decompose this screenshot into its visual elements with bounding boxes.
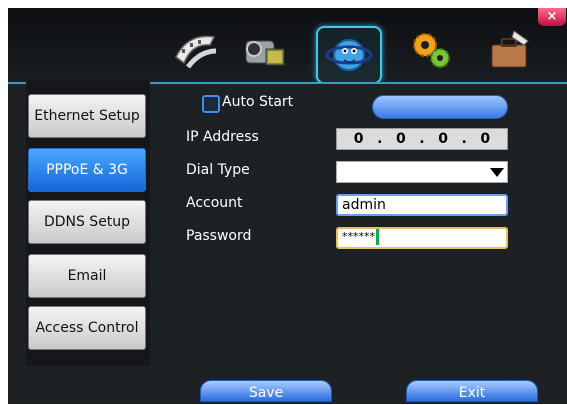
ip-octet-3: 0 [438, 131, 448, 147]
dial-type-select[interactable] [336, 161, 508, 183]
save-button[interactable]: Save [200, 380, 332, 402]
network-icon-graphic [325, 39, 373, 71]
sidebar-item-ddns-setup[interactable]: DDNS Setup [28, 200, 146, 244]
account-label: Account [186, 195, 243, 211]
ip-octet-1: 0 [353, 131, 364, 147]
sidebar-item-email[interactable]: Email [28, 254, 146, 298]
ip-octet-2: 0 [395, 131, 406, 147]
sidebar-item-access-control[interactable]: Access Control [28, 306, 146, 350]
tools-case-icon-graphic [491, 30, 529, 68]
record-icon[interactable] [164, 22, 226, 78]
ip-octet-4: 0 [480, 131, 491, 147]
tools-case-icon[interactable] [478, 22, 540, 78]
auto-start-checkbox[interactable] [202, 95, 220, 113]
exit-button[interactable]: Exit [406, 380, 538, 402]
ip-separator: . [461, 131, 467, 147]
ip-separator: . [377, 131, 383, 147]
ip-separator: . [419, 131, 425, 147]
password-value: ****** [342, 230, 375, 243]
camera-icon-graphic [245, 40, 285, 66]
settings-gears-icon[interactable] [401, 22, 463, 78]
settings-gears-icon-graphic [413, 33, 450, 68]
record-icon-graphic [175, 35, 217, 69]
password-label: Password [186, 228, 252, 244]
network-icon[interactable] [316, 26, 382, 84]
chevron-down-icon [490, 168, 504, 177]
password-input[interactable]: ****** [336, 227, 508, 249]
ip-address-label: IP Address [186, 129, 259, 145]
account-input[interactable]: admin [336, 194, 508, 216]
connect-button[interactable] [372, 95, 508, 119]
close-button[interactable]: × [538, 8, 566, 26]
dial-type-label: Dial Type [186, 162, 250, 178]
ip-address-field[interactable]: 0 . 0 . 0 . 0 [336, 128, 508, 150]
sidebar-item-pppoe-3g[interactable]: PPPoE & 3G [28, 148, 146, 192]
account-value: admin [342, 197, 386, 213]
camera-icon[interactable] [234, 22, 296, 78]
auto-start-label: Auto Start [222, 94, 294, 110]
text-cursor [376, 229, 379, 245]
top-toolbar: × [8, 8, 567, 84]
sidebar-item-ethernet-setup[interactable]: Ethernet Setup [28, 94, 146, 138]
